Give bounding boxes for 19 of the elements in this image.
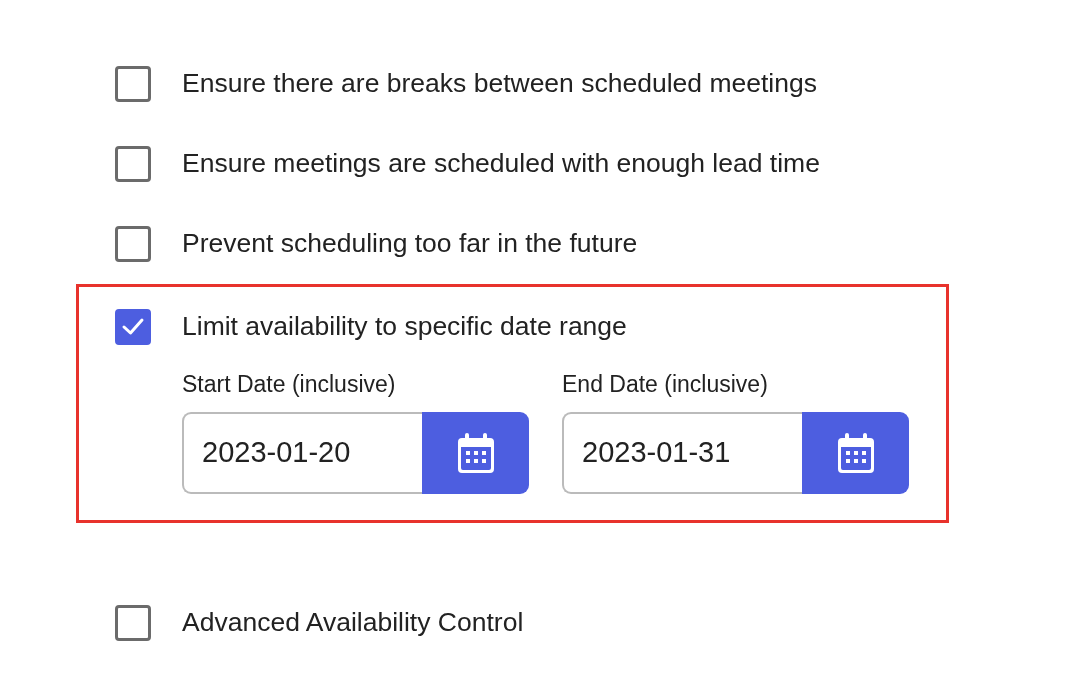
- date-field[interactable]: 2023-01-31: [562, 411, 802, 494]
- option-label: Ensure there are breaks between scheduled meetings: [182, 67, 817, 101]
- option-label: Limit availability to specific date range: [182, 310, 627, 344]
- calendar-button[interactable]: [422, 411, 529, 494]
- checkbox[interactable]: [115, 226, 151, 262]
- field-label: End Date (inclusive): [562, 370, 769, 399]
- checkbox[interactable]: [115, 146, 151, 182]
- checkbox[interactable]: [115, 309, 151, 345]
- calendar-icon: [837, 432, 874, 473]
- option-label: Advanced Availability Control: [182, 605, 524, 639]
- calendar-icon: [457, 432, 494, 473]
- check-icon: [121, 317, 145, 337]
- checkbox[interactable]: [115, 604, 151, 641]
- date-field[interactable]: 2023-01-20: [182, 411, 422, 494]
- checkbox[interactable]: [115, 66, 151, 102]
- field-label: Start Date (inclusive): [182, 370, 397, 399]
- option-label: Ensure meetings are scheduled with enough lead time: [182, 147, 820, 181]
- calendar-button[interactable]: [802, 411, 909, 494]
- option-label: Prevent scheduling too far in the future: [182, 227, 638, 261]
